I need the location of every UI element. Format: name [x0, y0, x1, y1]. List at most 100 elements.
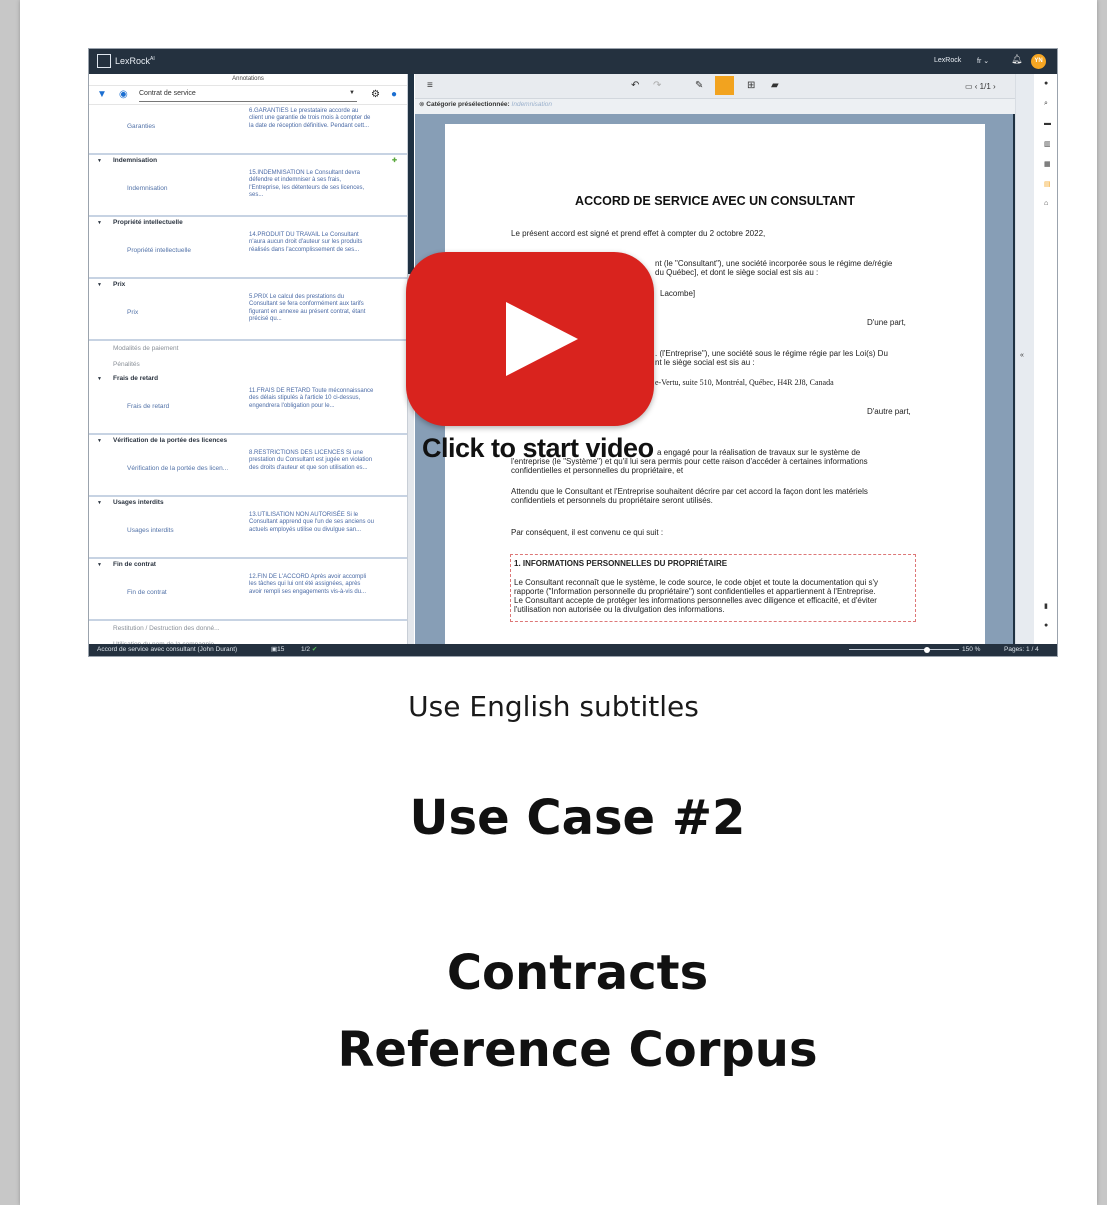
play-button[interactable] — [406, 252, 654, 426]
annotation-snippet: 13.UTILISATION NON AUTORISÉE Si le Consu… — [249, 512, 374, 533]
panel-title: Annotations — [89, 74, 407, 86]
viewer-toolbar: ≡ ↶ ↷ ✎ ⊞ ▰ ▭ ‹ 1/1 › — [415, 74, 1015, 99]
annotation-category-empty[interactable]: Restitution / Destruction des donné... — [89, 621, 407, 637]
gear-icon[interactable]: ⚙ — [371, 89, 380, 100]
annotation-item[interactable]: Indemnisation 15.INDEMNISATION Le Consult… — [89, 167, 407, 217]
page-counter: ▭ ‹ 1/1 › — [965, 82, 996, 91]
annotation-category-empty[interactable]: Modalités de paiement — [89, 341, 407, 357]
bookmark-icon[interactable]: ● — [1044, 622, 1048, 629]
annotation-snippet: 5.PRIX Le calcul des prestations du Cons… — [249, 294, 366, 322]
doc-paragraph: Le présent accord est signé et prend eff… — [511, 229, 766, 238]
doc-paragraph: du Québec], et dont le siège social est … — [655, 268, 819, 277]
user-menu[interactable]: LexRock — [934, 57, 961, 64]
status-fraction: 1/2 ✔ — [301, 646, 318, 653]
category-label: Frais de retard — [113, 375, 159, 382]
pen-icon[interactable]: ✎ — [695, 80, 703, 91]
lexrock-logo-icon — [97, 54, 111, 68]
doc-paragraph: confidentielles et personnelles du propr… — [511, 466, 684, 475]
annotation-snippet: 11.FRAIS DE RETARD Toute méconnaissance … — [249, 388, 374, 409]
annotation-label: Vérification de la portée des licen... — [127, 465, 229, 472]
category-label: Fin de contrat — [113, 561, 156, 568]
doc-paragraph: . (l'Entreprise"), une société sous le r… — [655, 349, 888, 358]
annotation-label: Fin de contrat — [127, 589, 167, 596]
collapse-icon[interactable]: « — [1020, 352, 1024, 359]
filter-icon[interactable]: ▼ — [97, 89, 107, 100]
menu-icon[interactable]: ≡ — [427, 80, 433, 91]
annotation-snippet: 14.PRODUIT DU TRAVAIL Le Consultant n'au… — [249, 232, 363, 253]
add-icon[interactable]: ✚ — [392, 155, 397, 167]
annotation-category-empty[interactable]: Pénalités — [89, 357, 407, 373]
annotations-panel: Annotations ▼ ◉ Contrat de service ▼ ⚙ ● … — [89, 74, 408, 644]
heading-contracts: Contracts — [446, 945, 709, 1001]
doc-paragraph: nt (le "Consultant"), une société incorp… — [655, 259, 893, 268]
annotation-item[interactable]: Vérification de la portée des licen... 8.… — [89, 447, 407, 497]
robot-icon[interactable]: ● — [391, 89, 397, 100]
info-icon[interactable]: ● — [1044, 80, 1048, 87]
document-icon[interactable]: ▮ — [1044, 602, 1048, 610]
chevron-down-icon: ▼ — [97, 500, 102, 506]
close-icon[interactable]: ⊗ — [419, 101, 424, 108]
doc-paragraph: e-Vertu, suite 510, Montréal, Québec, H4… — [655, 378, 834, 387]
doc-paragraph: Le Consultant accepte de protéger les in… — [514, 596, 877, 605]
category-label: Propriété intellectuelle — [113, 219, 183, 226]
app-brand: LexRockAI — [115, 56, 155, 66]
category-label: Prix — [113, 281, 126, 288]
heading-use-case: Use Case #2 — [409, 790, 746, 846]
annotation-item[interactable]: Propriété intellectuelle 14.PRODUIT DU TR… — [89, 229, 407, 279]
category-label: Restitution / Destruction des donné... — [113, 625, 220, 632]
annotation-snippet: 15.INDEMNISATION Le Consultant devra déf… — [249, 170, 365, 198]
annotation-category[interactable]: ▼ Usages interdits — [89, 497, 407, 509]
video-caption[interactable]: Click to start video — [422, 433, 654, 464]
document-title: ACCORD DE SERVICE AVEC UN CONSULTANT — [575, 194, 855, 208]
undo-icon[interactable]: ↶ — [631, 80, 639, 91]
grid-icon[interactable]: ▦ — [1044, 160, 1051, 168]
language-select[interactable]: fr ⌄ — [977, 57, 989, 65]
annotation-category[interactable]: ▼ Frais de retard — [89, 373, 407, 385]
doc-paragraph: rapporte ("Information personnelle du pr… — [514, 587, 876, 596]
chart-icon[interactable]: ▥ — [1044, 140, 1051, 148]
annotation-item[interactable]: Frais de retard 11.FRAIS DE RETARD Toute … — [89, 385, 407, 435]
annotation-item[interactable]: Usages interdits 13.UTILISATION NON AUTOR… — [89, 509, 407, 559]
status-count: ▣15 — [271, 646, 285, 653]
annotation-snippet: 6.GARANTIES Le prestataire accorde au cl… — [249, 108, 371, 129]
annotation-item[interactable]: Garanties 6.GARANTIES Le prestataire acco… — [89, 105, 407, 155]
heading-reference-corpus: Reference Corpus — [337, 1022, 818, 1078]
subtitle-note: Use English subtitles — [408, 690, 699, 723]
comment-icon[interactable]: ▰ — [771, 80, 779, 91]
table-icon[interactable]: ⊞ — [747, 80, 755, 91]
annotation-category[interactable]: ▼ Prix — [89, 279, 407, 291]
annotation-category[interactable]: ▼ Vérification de la portée des licences — [89, 435, 407, 447]
bank-icon[interactable]: ⌂ — [1044, 200, 1048, 207]
doc-paragraph: confidentiels et personnels du propriéta… — [511, 496, 713, 505]
annotation-item[interactable]: Fin de contrat 12.FIN DE L'ACCORD Après a… — [89, 571, 407, 621]
eye-icon[interactable]: ◉ — [119, 89, 128, 100]
doc-paragraph: l'utilisation non autorisée ou la divulg… — [514, 605, 725, 614]
annotation-category[interactable]: ▼ Fin de contrat — [89, 559, 407, 571]
search-icon[interactable]: ⌕ — [1044, 100, 1048, 108]
annotation-category-empty[interactable]: Utilisation du nom de la compagnie... — [89, 637, 407, 644]
video-thumbnail[interactable]: LexRockAI LexRock fr ⌄ 🔔︎ YN Annotations… — [88, 48, 1058, 657]
redo-icon[interactable]: ↷ — [653, 80, 661, 91]
annotation-category[interactable]: ▼ Indemnisation ✚ — [89, 155, 407, 167]
notification-icon[interactable]: 🔔︎ — [1011, 54, 1022, 65]
zoom-slider[interactable] — [849, 649, 959, 650]
annotation-label: Indemnisation — [127, 185, 168, 192]
chevron-down-icon: ▼ — [97, 562, 102, 568]
annotations-list: Garanties 6.GARANTIES Le prestataire acco… — [89, 105, 407, 644]
annotation-category[interactable]: ▼ Propriété intellectuelle — [89, 217, 407, 229]
select-tool-icon[interactable] — [715, 76, 734, 95]
status-bar: Accord de service avec consultant (John … — [89, 644, 1057, 656]
zoom-level: 150 % — [962, 646, 981, 653]
annotation-highlight-box[interactable]: 1. INFORMATIONS PERSONNELLES DU PROPRIÉT… — [510, 554, 916, 622]
contract-type-select[interactable]: Contrat de service ▼ — [139, 90, 357, 102]
avatar[interactable]: YN — [1031, 54, 1046, 69]
chevron-down-icon: ▼ — [97, 376, 102, 382]
annotation-item[interactable]: Prix 5.PRIX Le calcul des prestations du … — [89, 291, 407, 341]
status-document-name: Accord de service avec consultant (John … — [97, 646, 238, 653]
zoom-slider-handle[interactable] — [924, 647, 930, 653]
doc-paragraph: a engagé pour la réalisation de travaux … — [657, 448, 861, 457]
category-label: Pénalités — [113, 361, 140, 368]
comment-icon[interactable]: ▬ — [1044, 120, 1051, 127]
annotation-snippet: 12.FIN DE L'ACCORD Après avoir accompli … — [249, 574, 367, 595]
print-icon[interactable]: ▤ — [1044, 180, 1051, 188]
